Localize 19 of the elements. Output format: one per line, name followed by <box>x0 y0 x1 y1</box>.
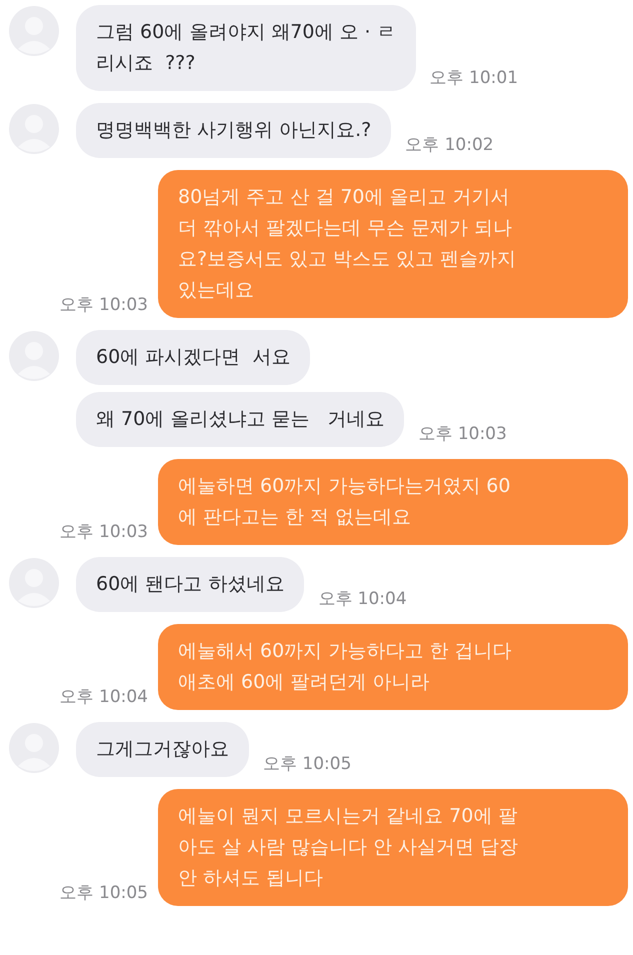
message-time: 오후 10:05 <box>60 882 148 905</box>
message-time: 오후 10:03 <box>418 423 507 446</box>
message-time: 오후 10:03 <box>60 294 148 317</box>
message-bubble: 60에 파시겠다면 서요 <box>76 330 310 385</box>
message-bubble: 그럼 60에 올려야지 왜70에 오 · ㄹ 리시죠 ??? <box>76 5 416 91</box>
message-bubble: 왜 70에 올리셨냐고 묻는 거네요 <box>76 392 404 447</box>
message-bubble: 명명백백한 사기행위 아닌지요.? <box>76 103 392 158</box>
message-time: 오후 10:01 <box>430 67 518 90</box>
message-bubble: 60에 됀다고 하셨네요 <box>76 557 304 612</box>
message-bubble: 80넘게 주고 산 걸 70에 올리고 거기서 더 깎아서 팔겠다는데 무슨 문제가 되나 요?보증서도 있고 박스도 있고 펜슬까지 있는데요 <box>158 170 628 318</box>
message-time: 오후 10:03 <box>60 521 148 544</box>
message-bubble: 에눌하면 60까지 가능하다는거였지 60 에 판다고는 한 적 없는데요 <box>158 459 628 545</box>
message-time: 오후 10:05 <box>263 753 352 776</box>
message-time: 오후 10:04 <box>60 686 148 709</box>
message-time: 오후 10:04 <box>318 588 407 611</box>
message-bubble: 그게그거잖아요 <box>76 722 249 777</box>
message-bubble: 에눌해서 60까지 가능하다고 한 겁니다 애초에 60에 팔려던게 아니라 <box>158 624 628 710</box>
message-bubble: 에눌이 뭔지 모르시는거 같네요 70에 팔 아도 살 사람 많습니다 안 사실거면 답장 안 하셔도 됩니다 <box>158 789 628 906</box>
message-time: 오후 10:02 <box>405 134 494 157</box>
